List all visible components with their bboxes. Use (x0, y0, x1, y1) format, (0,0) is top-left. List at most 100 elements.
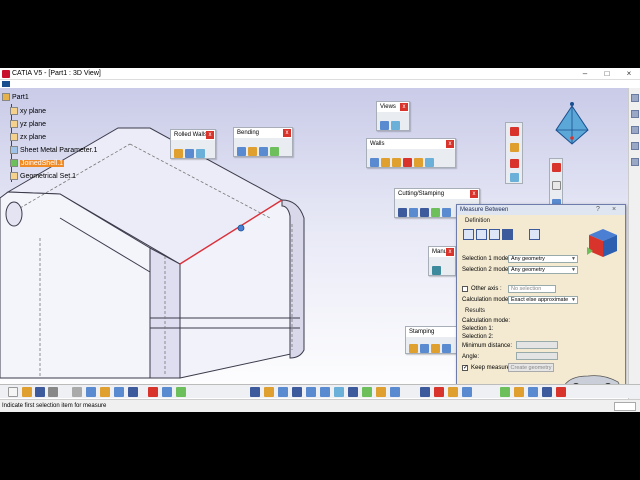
hole-icon[interactable] (409, 208, 418, 217)
bend-icon[interactable] (237, 147, 246, 156)
paste-icon[interactable] (100, 387, 110, 397)
fold-view-icon[interactable] (380, 121, 389, 130)
toolbar-bending[interactable]: Bending x (233, 127, 293, 157)
calculation-mode-select[interactable]: Exact else approximate ▼ (508, 296, 578, 304)
toolbar-manufacturing[interactable]: Manu... x (428, 246, 456, 276)
close-button[interactable]: × (622, 68, 636, 80)
swap-visible-space-icon[interactable] (390, 387, 400, 397)
flange-icon[interactable] (196, 149, 205, 158)
constraint-icon[interactable] (510, 159, 519, 168)
swept-walls-icon[interactable] (403, 158, 412, 167)
tree-item-yz-plane[interactable]: yz plane (10, 119, 46, 130)
other-axis-checkbox[interactable] (462, 286, 468, 292)
conical-bend-icon[interactable] (248, 147, 257, 156)
axis-icon[interactable] (510, 173, 519, 182)
extrusion-icon[interactable] (392, 158, 401, 167)
rail-tool-icon[interactable] (631, 142, 639, 150)
apply-material-icon[interactable] (448, 387, 458, 397)
curve-stamp-icon[interactable] (431, 344, 440, 353)
check-icon[interactable] (542, 387, 552, 397)
toolbar-rolled-walls[interactable]: Rolled Walls x (170, 129, 216, 159)
comment-icon[interactable] (162, 387, 172, 397)
fly-mode-icon[interactable] (250, 387, 260, 397)
dialog-help-button[interactable]: ? (593, 205, 603, 215)
surface-stamp-icon[interactable] (409, 344, 418, 353)
save-icon[interactable] (35, 387, 45, 397)
measure-item-icon[interactable] (434, 387, 444, 397)
vertical-toolbar-a[interactable] (505, 122, 523, 184)
help-icon[interactable] (128, 387, 138, 397)
document-menu-icon[interactable] (2, 81, 10, 87)
catalog-icon[interactable] (176, 387, 186, 397)
measure-chain-icon[interactable] (476, 229, 487, 240)
measure-between-icon[interactable] (420, 387, 430, 397)
hopper-icon[interactable] (174, 149, 183, 158)
tree-item-sheet-metal-parameter[interactable]: Sheet Metal Parameter.1 (10, 145, 97, 156)
circular-cutout-icon[interactable] (420, 208, 429, 217)
formula-edit-icon[interactable] (514, 387, 524, 397)
tree-item-geometrical-set[interactable]: Geometrical Set.1 (10, 171, 76, 182)
toolbar-walls[interactable]: Walls x (366, 138, 456, 168)
command-input[interactable] (614, 402, 636, 411)
corner-icon[interactable] (442, 208, 451, 217)
toolbar-close-button[interactable]: x (206, 131, 214, 139)
manufacturing-icon[interactable] (432, 266, 441, 275)
point-icon[interactable] (552, 181, 561, 190)
other-axis-field[interactable]: No selection (508, 285, 556, 293)
tree-item-xy-plane[interactable]: xy plane (10, 106, 46, 117)
dialog-close-button[interactable]: × (609, 205, 619, 215)
selection1-mode-select[interactable]: Any geometry ▼ (508, 255, 578, 263)
flanged-cutout-icon[interactable] (442, 344, 451, 353)
new-file-icon[interactable] (8, 387, 18, 397)
measure-item-icon[interactable] (502, 229, 513, 240)
measure-inertia-icon[interactable] (529, 229, 540, 240)
unfold-icon[interactable] (259, 147, 268, 156)
toolbar-close-button[interactable]: x (400, 103, 408, 111)
tree-item-joined-shell[interactable]: JoinedShell.1 (10, 158, 65, 169)
fold-icon[interactable] (270, 147, 279, 156)
toolbar-close-button[interactable]: x (446, 140, 454, 148)
tear-drop-icon[interactable] (425, 158, 434, 167)
fit-all-icon[interactable] (264, 387, 274, 397)
rotate-icon[interactable] (292, 387, 302, 397)
knowledge-icon[interactable] (500, 387, 510, 397)
create-geometry-button[interactable]: Create geometry (508, 363, 554, 372)
compass-icon[interactable] (555, 102, 589, 145)
close-tool-icon[interactable] (552, 163, 561, 172)
rule-icon[interactable] (528, 387, 538, 397)
normal-view-icon[interactable] (334, 387, 344, 397)
analysis-icon[interactable] (462, 387, 472, 397)
maximize-button[interactable]: □ (600, 68, 614, 80)
measure-fan-icon[interactable] (489, 229, 500, 240)
minimize-button[interactable]: – (578, 68, 592, 80)
selection2-mode-select[interactable]: Any geometry ▼ (508, 266, 578, 274)
reaction-icon[interactable] (556, 387, 566, 397)
tree-item-root[interactable]: Part1 (2, 92, 29, 103)
measure-between-icon[interactable] (463, 229, 474, 240)
formula-icon[interactable] (148, 387, 158, 397)
3d-viewport[interactable]: Part1 xy plane yz plane zx plane Sheet M… (0, 88, 628, 400)
iso-view-icon[interactable] (348, 387, 358, 397)
toolbar-views[interactable]: Views x (376, 101, 410, 131)
bead-icon[interactable] (420, 344, 429, 353)
rail-tool-icon[interactable] (631, 110, 639, 118)
pan-icon[interactable] (278, 387, 288, 397)
zoom-in-icon[interactable] (306, 387, 316, 397)
red-tool-icon[interactable] (510, 127, 519, 136)
hide-show-icon[interactable] (376, 387, 386, 397)
toolbar-close-button[interactable]: x (470, 190, 478, 198)
rail-tool-icon[interactable] (631, 94, 639, 102)
rolled-wall-icon[interactable] (185, 149, 194, 158)
shading-icon[interactable] (362, 387, 372, 397)
undo-icon[interactable] (114, 387, 124, 397)
rail-tool-icon[interactable] (631, 158, 639, 166)
keep-measure-checkbox[interactable]: ✓ (462, 365, 468, 371)
cut-out-icon[interactable] (398, 208, 407, 217)
open-file-icon[interactable] (22, 387, 32, 397)
toolbar-close-button[interactable]: x (283, 129, 291, 137)
sketch-icon[interactable] (510, 143, 519, 152)
rail-tool-icon[interactable] (631, 126, 639, 134)
cut-icon[interactable] (72, 387, 82, 397)
toolbar-close-button[interactable]: x (446, 248, 454, 256)
flange-icon[interactable] (414, 158, 423, 167)
